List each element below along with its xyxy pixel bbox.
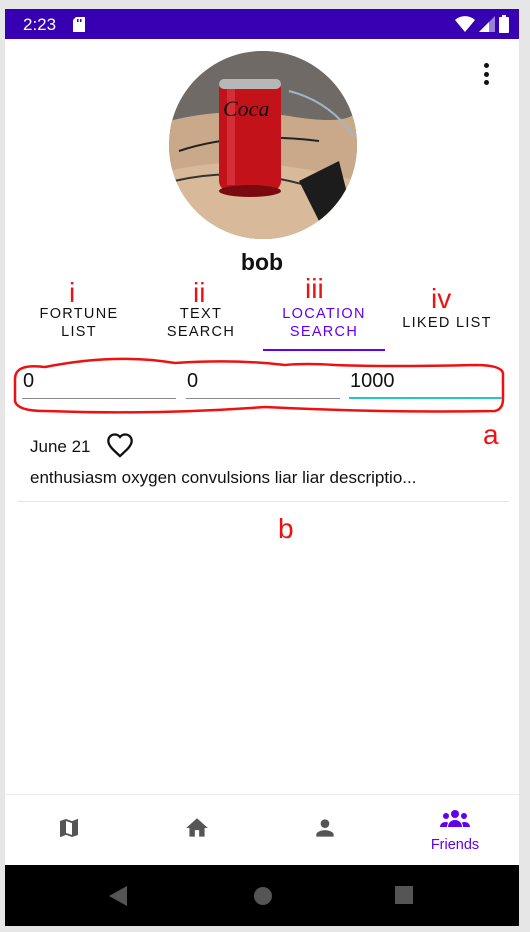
profile-username: bob bbox=[240, 249, 284, 275]
bottom-navigation: Friends bbox=[5, 794, 519, 865]
phone-screen: 2:23 Coca bob i ii iii iv a b FORTUNE LI… bbox=[5, 9, 519, 926]
location-input-2-value: 0 bbox=[187, 370, 199, 392]
annotation-iv: iv bbox=[431, 283, 452, 314]
item-text: enthusiasm oxygen convulsions liar liar … bbox=[30, 468, 417, 487]
tab-text-search-line2: SEARCH bbox=[166, 324, 236, 340]
profile-avatar: Coca bbox=[169, 51, 357, 239]
location-input-1-value: 0 bbox=[23, 370, 35, 392]
annotation-i: i bbox=[69, 277, 76, 308]
tab-liked-list[interactable]: LIKED LIST bbox=[387, 314, 507, 332]
tab-location-search[interactable]: LOCATION SEARCH bbox=[263, 305, 385, 341]
tab-location-search-line2: SEARCH bbox=[289, 324, 359, 340]
status-bar: 2:23 bbox=[5, 9, 519, 39]
tab-fortune-list-line2: LIST bbox=[61, 324, 97, 340]
svg-text:Coca: Coca bbox=[223, 96, 269, 121]
tab-liked-list-line1: LIKED LIST bbox=[402, 315, 492, 331]
tab-text-search[interactable]: TEXT SEARCH bbox=[141, 305, 261, 341]
sd-card-icon bbox=[73, 17, 85, 37]
annotation-iii: iii bbox=[305, 273, 324, 304]
nav-profile[interactable] bbox=[261, 795, 389, 866]
recents-icon[interactable] bbox=[395, 886, 413, 909]
back-icon[interactable] bbox=[109, 886, 127, 911]
home-circle-icon[interactable] bbox=[253, 886, 273, 911]
friends-icon bbox=[440, 808, 470, 835]
list-item[interactable]: June 21 enthusiasm oxygen convulsions li… bbox=[18, 426, 509, 502]
nav-home[interactable] bbox=[133, 795, 261, 866]
tab-fortune-list-line1: FORTUNE bbox=[39, 306, 119, 322]
wifi-icon bbox=[455, 16, 475, 37]
nav-friends[interactable]: Friends bbox=[391, 795, 519, 866]
location-input-1[interactable]: 0 bbox=[22, 369, 176, 399]
more-options-icon[interactable] bbox=[475, 61, 497, 87]
signal-icon bbox=[479, 16, 495, 37]
item-date: June 21 bbox=[30, 437, 91, 456]
map-icon bbox=[57, 816, 81, 845]
nav-friends-label: Friends bbox=[430, 837, 480, 853]
tab-fortune-list[interactable]: FORTUNE LIST bbox=[19, 305, 139, 341]
tab-location-search-line1: LOCATION bbox=[282, 306, 366, 322]
home-icon bbox=[184, 815, 210, 846]
tab-text-search-line1: TEXT bbox=[179, 306, 223, 322]
location-input-3[interactable]: 1000 bbox=[349, 369, 502, 399]
status-time: 2:23 bbox=[23, 15, 57, 34]
location-input-2[interactable]: 0 bbox=[186, 369, 340, 399]
system-navigation-bar bbox=[5, 865, 519, 926]
annotation-b: b bbox=[278, 513, 294, 544]
heart-icon[interactable] bbox=[106, 432, 134, 463]
annotation-ii: ii bbox=[193, 277, 206, 308]
nav-map[interactable] bbox=[5, 795, 133, 866]
location-input-3-value: 1000 bbox=[350, 370, 395, 392]
battery-icon bbox=[499, 15, 509, 38]
person-icon bbox=[312, 815, 338, 846]
